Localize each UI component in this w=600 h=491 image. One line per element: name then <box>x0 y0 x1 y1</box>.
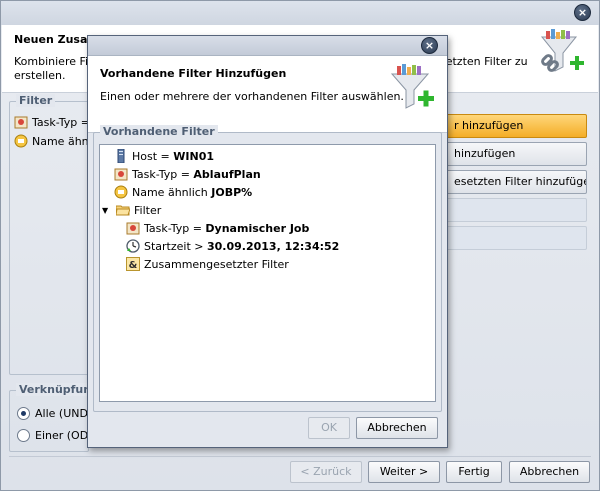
next-button[interactable]: Weiter > <box>368 461 440 483</box>
dialog-heading: Vorhandene Filter Hinzufügen <box>100 67 287 80</box>
dialog-description: Einen oder mehrere der vorhandenen Filte… <box>100 90 404 103</box>
edit-filter-button[interactable] <box>439 198 587 222</box>
existing-filters-group-label: Vorhandene Filter <box>100 125 218 138</box>
tree-item-sub-task-type-text: Task-Typ = Dynamischer Job <box>144 221 310 235</box>
tree-item-host-text: Host = WIN01 <box>132 149 215 163</box>
wizard-footer-divider <box>9 456 591 457</box>
existing-filters-tree[interactable]: Host = WIN01 Task-Typ = AblaufPlan Name … <box>99 144 436 402</box>
folder-open-icon <box>116 205 130 216</box>
dialog-close-button[interactable]: × <box>421 37 438 54</box>
radio-all-label: Alle (UND) <box>35 407 93 420</box>
tree-item-name-like[interactable]: Name ähnlich JOBP% <box>114 185 252 199</box>
link-group: Verknüpfung <box>9 383 102 452</box>
ampersand-icon: & <box>126 257 140 271</box>
task-type-icon <box>126 222 140 235</box>
dialog-ok-button[interactable]: OK <box>308 417 350 439</box>
add-combined-filter-button[interactable]: esetzten Filter hinzufügen <box>439 170 587 194</box>
wizard-description-line2: erstellen. <box>14 69 66 82</box>
wizard-filter-item-task[interactable]: Task-Typ = <box>14 115 90 129</box>
tree-item-task-type[interactable]: Task-Typ = AblaufPlan <box>114 167 261 181</box>
name-filter-icon <box>14 134 28 148</box>
expand-arrow-icon[interactable]: ▼ <box>102 206 112 215</box>
funnel-chain-icon <box>540 29 584 72</box>
remove-filter-button[interactable] <box>439 226 587 250</box>
task-type-icon <box>114 168 128 181</box>
tree-item-start-time[interactable]: Startzeit > 30.09.2013, 12:34:52 <box>126 239 339 253</box>
tree-item-host[interactable]: Host = WIN01 <box>114 149 214 163</box>
add-filter-button[interactable]: r hinzufügen <box>439 114 587 138</box>
tree-item-filter-folder-text: Filter <box>134 203 162 217</box>
wizard-description-right: setzten Filter zu <box>440 55 528 68</box>
tree-item-combined-filter-text: Zusammengesetzter Filter <box>144 257 289 271</box>
wizard-cancel-button[interactable]: Abbrechen <box>509 461 590 483</box>
dialog-titlebar <box>88 36 447 56</box>
wizard-filter-item-label: Task-Typ = <box>32 115 90 129</box>
tree-item-start-time-text: Startzeit > 30.09.2013, 12:34:52 <box>144 239 340 253</box>
clock-icon <box>126 239 140 253</box>
finish-button[interactable]: Fertig <box>446 461 502 483</box>
existing-filters-dialog: × Vorhandene Filter Hinzufügen Einen ode… <box>87 35 448 448</box>
tree-item-task-type-text: Task-Typ = AblaufPlan <box>132 167 261 181</box>
tree-item-name-like-text: Name ähnlich JOBP% <box>132 185 253 199</box>
dialog-cancel-button[interactable]: Abbrechen <box>356 417 438 439</box>
wizard-filter-group-label: Filter <box>16 94 56 107</box>
name-filter-icon <box>114 185 128 199</box>
dialog-header: Vorhandene Filter Hinzufügen Einen oder … <box>88 56 447 133</box>
tree-item-sub-task-type[interactable]: Task-Typ = Dynamischer Job <box>126 221 309 235</box>
funnel-add-icon <box>390 64 434 109</box>
svg-text:&: & <box>129 260 138 271</box>
wizard-titlebar <box>1 1 599 25</box>
radio-all[interactable] <box>17 407 30 420</box>
tree-item-filter-folder[interactable]: ▼ Filter <box>102 203 161 217</box>
wizard-close-button[interactable]: × <box>574 4 591 21</box>
back-button[interactable]: < Zurück <box>290 461 362 483</box>
tree-item-combined-filter[interactable]: & Zusammengesetzter Filter <box>126 257 289 271</box>
radio-one[interactable] <box>17 429 30 442</box>
server-icon <box>117 149 125 163</box>
task-type-icon <box>14 116 28 129</box>
add-existing-button[interactable]: hinzufügen <box>439 142 587 166</box>
